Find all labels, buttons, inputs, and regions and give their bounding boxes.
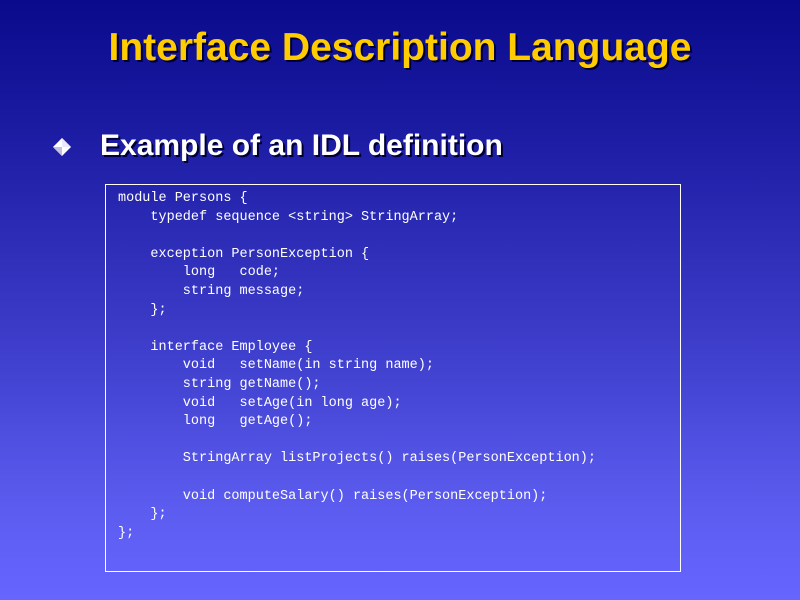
code-line: typedef sequence <string> StringArray; xyxy=(118,209,459,225)
code-line: long getAge(); xyxy=(118,414,313,430)
bullet-text: Example of an IDL definition xyxy=(100,129,503,162)
code-line: }; xyxy=(118,507,167,523)
slide-title: Interface Description Language xyxy=(108,26,692,69)
code-line: exception PersonException { xyxy=(118,246,370,262)
code-line: long code; xyxy=(118,265,281,281)
code-line: string getName(); xyxy=(118,376,321,392)
code-box: module Persons { typedef sequence <strin… xyxy=(105,184,681,572)
code-line: interface Employee { xyxy=(118,339,313,355)
diamond-bullet-icon xyxy=(53,138,71,156)
code-line: void setName(in string name); xyxy=(118,358,434,374)
code-line: }; xyxy=(118,302,167,318)
code-line: void computeSalary() raises(PersonExcept… xyxy=(118,488,548,504)
code-line: string message; xyxy=(118,283,305,299)
code-line: StringArray listProjects() raises(Person… xyxy=(118,451,596,467)
code-line: void setAge(in long age); xyxy=(118,395,402,411)
code-line: module Persons { xyxy=(118,191,248,206)
code-line: }; xyxy=(118,525,135,541)
